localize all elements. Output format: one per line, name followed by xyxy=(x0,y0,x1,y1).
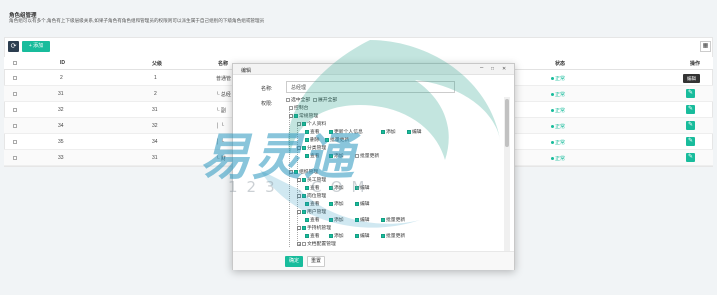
dialog-footer: 确定 重置 xyxy=(233,251,514,270)
watermark-domain: 123 .COM xyxy=(228,178,374,196)
row-parent: 34 xyxy=(152,139,158,145)
columns-button[interactable]: ▦ xyxy=(700,41,711,52)
tree-leaf[interactable]: 批量更新 xyxy=(381,218,405,224)
reset-button[interactable]: 重置 xyxy=(307,256,325,267)
expand-all-toggle[interactable]: 展开全部 xyxy=(313,98,337,104)
row-parent: 2 xyxy=(154,91,157,97)
row-status: 正常 xyxy=(551,107,565,114)
tree-leaf[interactable]: 批量更新 xyxy=(355,154,379,160)
edit-tooltip: 编辑 xyxy=(683,74,700,83)
row-name: └ 副 xyxy=(216,108,226,114)
tree-node-dashboard[interactable]: 控制台 xyxy=(289,106,308,112)
pencil-icon: ✎ xyxy=(687,122,694,128)
tree-leaf[interactable]: 查看 xyxy=(305,234,320,240)
status-dot-icon xyxy=(551,157,554,161)
dialog-titlebar[interactable]: 编辑 – □ ✕ xyxy=(233,64,514,75)
row-status: 正常 xyxy=(551,75,565,82)
status-dot-icon xyxy=(551,125,554,129)
column-parent[interactable]: 父级 xyxy=(152,60,162,67)
edit-button[interactable]: ✎ xyxy=(686,121,695,130)
row-status: 正常 xyxy=(551,123,565,130)
select-all-checkbox[interactable] xyxy=(13,61,17,65)
row-status: 正常 xyxy=(551,91,565,98)
tree-leaf[interactable]: 编辑 xyxy=(407,130,422,136)
tree-checkbox[interactable] xyxy=(286,98,290,102)
pencil-icon: ✎ xyxy=(687,154,694,160)
edit-button[interactable]: ✎ xyxy=(686,153,695,162)
tree-leaf[interactable]: 添加 xyxy=(329,234,344,240)
column-id[interactable]: ID xyxy=(60,60,65,66)
tree-checkbox[interactable] xyxy=(313,98,317,102)
tree-node-doc-config[interactable]: + 文档配置管理 xyxy=(297,242,336,248)
tree-leaf[interactable]: 添加 xyxy=(381,130,396,136)
close-icon[interactable]: ✕ xyxy=(502,66,506,72)
page-description: 角色组可以有多个,角色有上下级层级关系,如果子角色有角色组和管理员的权限则可以派… xyxy=(9,18,265,23)
row-parent: 31 xyxy=(152,107,158,113)
tree-leaf[interactable]: 添加 xyxy=(329,218,344,224)
row-checkbox[interactable] xyxy=(13,140,17,144)
pencil-icon: ✎ xyxy=(687,138,694,144)
tree-node-users[interactable]: - 用户管理 xyxy=(297,210,326,216)
tree-leaf[interactable]: 批量更新 xyxy=(381,234,405,240)
row-id: 31 xyxy=(58,91,64,97)
row-checkbox[interactable] xyxy=(13,124,17,128)
columns-icon: ▦ xyxy=(702,43,709,49)
tree-scrollbar[interactable] xyxy=(504,97,510,251)
collapse-icon[interactable]: + xyxy=(297,242,301,247)
minimize-icon[interactable]: – xyxy=(480,65,483,71)
add-button[interactable]: + 添加 xyxy=(22,41,50,52)
tree-leaf[interactable]: 添加 xyxy=(329,202,344,208)
select-all-toggle[interactable]: 选中全部 xyxy=(286,98,310,104)
edit-button[interactable]: ✎ xyxy=(686,137,695,146)
status-dot-icon xyxy=(551,77,554,81)
page-header: 角色组管理 角色组可以有多个,角色有上下级层级关系,如果子角色有角色组和管理员的… xyxy=(0,0,717,32)
collapse-icon[interactable]: - xyxy=(297,210,301,215)
row-status: 正常 xyxy=(551,139,565,146)
tree-leaf[interactable]: 编辑 xyxy=(355,202,370,208)
confirm-button[interactable]: 确定 xyxy=(285,256,303,267)
refresh-icon: ⟳ xyxy=(10,43,17,50)
status-dot-icon xyxy=(551,109,554,113)
edit-button[interactable]: ✎ xyxy=(686,105,695,114)
row-name: 普通管 xyxy=(216,76,232,82)
tree-leaf[interactable]: 查看 xyxy=(305,202,320,208)
pencil-icon: ✎ xyxy=(687,90,694,96)
collapse-icon[interactable]: - xyxy=(297,226,301,231)
row-id: 33 xyxy=(58,155,64,161)
row-id: 32 xyxy=(58,107,64,113)
row-checkbox[interactable] xyxy=(13,76,17,80)
row-id: 35 xyxy=(58,139,64,145)
dialog-title: 编辑 xyxy=(241,68,252,74)
row-checkbox[interactable] xyxy=(13,108,17,112)
row-id: 2 xyxy=(60,75,63,81)
permission-label: 权限: xyxy=(261,101,273,107)
edit-button[interactable]: ✎ xyxy=(686,89,695,98)
row-status: 正常 xyxy=(551,155,565,162)
row-id: 34 xyxy=(58,123,64,129)
scroll-thumb[interactable] xyxy=(505,99,509,147)
row-parent: 32 xyxy=(152,123,158,129)
row-checkbox[interactable] xyxy=(13,156,17,160)
name-label: 名称: xyxy=(261,86,273,92)
tree-leaf[interactable]: 编辑 xyxy=(355,234,370,240)
status-dot-icon xyxy=(551,141,554,145)
column-status[interactable]: 状态 xyxy=(555,60,565,67)
status-dot-icon xyxy=(551,93,554,97)
tree-leaf[interactable]: 编辑 xyxy=(355,218,370,224)
tree-node-mobile[interactable]: - 手持机管理 xyxy=(297,226,331,232)
row-parent: 1 xyxy=(154,75,157,81)
row-checkbox[interactable] xyxy=(13,92,17,96)
row-parent: 31 xyxy=(152,155,158,161)
tree-leaf[interactable]: 查看 xyxy=(305,218,320,224)
column-name[interactable]: 名称 xyxy=(218,60,228,67)
column-actions: 操作 xyxy=(690,61,701,67)
refresh-button[interactable]: ⟳ xyxy=(8,41,19,52)
row-name: └ 总经 xyxy=(216,92,231,98)
pencil-icon: ✎ xyxy=(687,106,694,112)
name-input[interactable] xyxy=(286,81,455,93)
maximize-icon[interactable]: □ xyxy=(491,66,494,72)
